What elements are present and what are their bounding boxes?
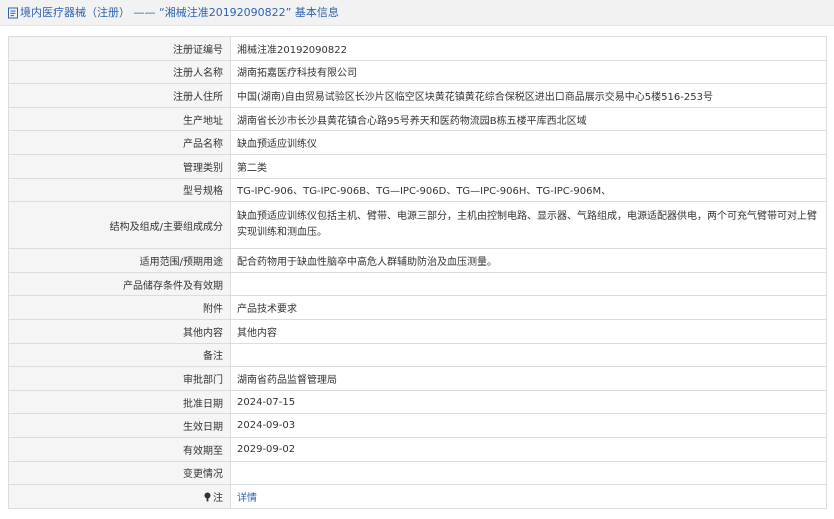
row-value	[230, 271, 827, 297]
row-value: 产品技术要求	[230, 295, 827, 320]
row-label: 型号规格	[8, 177, 231, 203]
row-value: 其他内容	[230, 318, 827, 344]
note-icon	[204, 492, 211, 502]
table-row: 适用范围/预期用途 配合药物用于缺血性脑卒中高危人群辅助防治及血压测量。	[8, 248, 827, 273]
table-row: 变更情况	[8, 460, 827, 486]
table-row: 型号规格 TG-IPC-906、TG-IPC-906B、TG—IPC-906D、…	[8, 177, 827, 203]
row-label: 注册人住所	[8, 83, 231, 108]
row-value	[230, 342, 827, 368]
row-value: 2029-09-02	[230, 436, 827, 462]
row-label: 注	[213, 492, 223, 504]
table-row: 产品名称 缺血预适应训练仪	[8, 130, 827, 155]
row-value: 2024-09-03	[230, 413, 827, 438]
row-label: 注册证编号	[8, 36, 231, 61]
row-value: 2024-07-15	[230, 389, 827, 415]
row-value: 第二类	[230, 153, 827, 179]
row-value: 缺血预适应训练仪	[230, 130, 827, 155]
row-value: TG-IPC-906、TG-IPC-906B、TG—IPC-906D、TG—IP…	[230, 177, 827, 203]
row-label: 其他内容	[8, 318, 231, 344]
row-value	[230, 460, 827, 486]
table-row: 批准日期 2024-07-15	[8, 389, 827, 415]
row-label: 批准日期	[8, 389, 231, 415]
row-value: 湘械注准20192090822	[230, 36, 827, 61]
row-value: 配合药物用于缺血性脑卒中高危人群辅助防治及血压测量。	[230, 248, 827, 273]
row-value: 湖南省药品监督管理局	[230, 366, 827, 391]
page-header: 境内医疗器械（注册） —— “湘械注准20192090822” 基本信息	[0, 0, 834, 26]
table-row: 附件 产品技术要求	[8, 295, 827, 320]
row-value-cell: 详情	[230, 484, 827, 509]
row-value: 湖南拓嘉医疗科技有限公司	[230, 59, 827, 85]
table-row: 生产地址 湖南省长沙市长沙县黄花镇合心路95号养天和医药物流园B栋五楼平库西北区…	[8, 106, 827, 132]
document-icon	[8, 7, 18, 19]
table-row: 产品储存条件及有效期	[8, 271, 827, 297]
table-row: 注册证编号 湘械注准20192090822	[8, 36, 827, 61]
row-label: 有效期至	[8, 436, 231, 462]
detail-link[interactable]: 详情	[237, 493, 257, 504]
row-label: 结构及组成/主要组成成分	[8, 201, 231, 250]
row-label: 产品储存条件及有效期	[8, 271, 231, 297]
row-label: 备注	[8, 342, 231, 368]
row-label: 产品名称	[8, 130, 231, 155]
table-row: 注册人住所 中国(湖南)自由贸易试验区长沙片区临空区块黄花镇黄花综合保税区进出口…	[8, 83, 827, 108]
row-label: 附件	[8, 295, 231, 320]
row-value: 缺血预适应训练仪包括主机、臂带、电源三部分，主机由控制电路、显示器、气路组成，电…	[230, 201, 827, 250]
table-row: 注 详情	[8, 484, 827, 509]
row-value: 湖南省长沙市长沙县黄花镇合心路95号养天和医药物流园B栋五楼平库西北区域	[230, 106, 827, 132]
row-label: 适用范围/预期用途	[8, 248, 231, 273]
table-row: 审批部门 湖南省药品监督管理局	[8, 366, 827, 391]
table-row: 备注	[8, 342, 827, 368]
note-label-cell: 注	[8, 484, 231, 509]
info-table: 注册证编号 湘械注准20192090822 注册人名称 湖南拓嘉医疗科技有限公司…	[8, 36, 827, 509]
row-label: 生效日期	[8, 413, 231, 438]
table-row: 管理类别 第二类	[8, 153, 827, 179]
row-value: 中国(湖南)自由贸易试验区长沙片区临空区块黄花镇黄花综合保税区进出口商品展示交易…	[230, 83, 827, 108]
page-title: 境内医疗器械（注册） —— “湘械注准20192090822” 基本信息	[20, 6, 339, 19]
row-label: 审批部门	[8, 366, 231, 391]
row-label: 管理类别	[8, 153, 231, 179]
row-label: 注册人名称	[8, 59, 231, 85]
row-label: 变更情况	[8, 460, 231, 486]
table-row: 结构及组成/主要组成成分 缺血预适应训练仪包括主机、臂带、电源三部分，主机由控制…	[8, 201, 827, 250]
table-row: 有效期至 2029-09-02	[8, 436, 827, 462]
table-row: 其他内容 其他内容	[8, 318, 827, 344]
row-label: 生产地址	[8, 106, 231, 132]
table-row: 注册人名称 湖南拓嘉医疗科技有限公司	[8, 59, 827, 85]
table-row: 生效日期 2024-09-03	[8, 413, 827, 438]
